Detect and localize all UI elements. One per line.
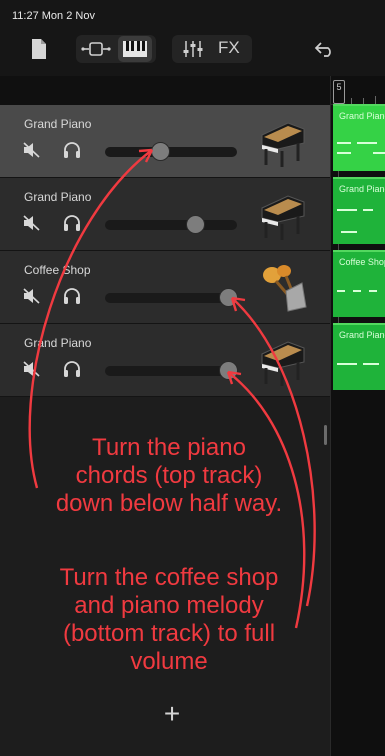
- volume-slider-track[interactable]: [105, 293, 237, 303]
- track-name: Grand Piano: [24, 117, 92, 131]
- grand-piano-icon[interactable]: [258, 115, 308, 169]
- midi-note: [337, 290, 345, 292]
- region[interactable]: Grand Piano: [333, 323, 385, 390]
- scroll-indicator[interactable]: [324, 425, 327, 445]
- headphones-icon[interactable]: [62, 140, 82, 160]
- speaker-muted-icon[interactable]: [22, 360, 42, 378]
- midi-note: [337, 363, 357, 365]
- midi-note: [353, 290, 361, 292]
- volume-slider-knob[interactable]: [218, 288, 238, 307]
- volume-slider-knob[interactable]: [218, 361, 238, 380]
- annotation-note-top-track: Turn the piano chords (top track) down b…: [55, 434, 283, 517]
- track-header[interactable]: Coffee Shop: [0, 251, 330, 324]
- keyboard-icon[interactable]: [118, 36, 152, 62]
- document-icon[interactable]: [30, 38, 48, 60]
- arrangement-area[interactable]: 5 Grand Piano Grand Piano Coffee Shop Grand…: [330, 76, 385, 756]
- midi-note: [337, 209, 357, 211]
- midi-note: [363, 363, 379, 365]
- region-label: Grand Piano: [339, 111, 385, 121]
- top-toolbar: 11:27 Mon 2 Nov FX: [0, 0, 385, 76]
- midi-note: [363, 209, 373, 211]
- speaker-muted-icon[interactable]: [22, 214, 42, 232]
- region[interactable]: Coffee Shop: [333, 250, 385, 317]
- midi-note: [357, 142, 377, 144]
- playhead[interactable]: 5: [333, 80, 345, 104]
- track-name: Coffee Shop: [24, 263, 91, 277]
- fx-button[interactable]: FX: [218, 38, 240, 58]
- midi-note: [373, 152, 385, 154]
- track-header[interactable]: Grand Piano: [0, 178, 330, 251]
- volume-slider-track[interactable]: [105, 220, 237, 230]
- undo-icon[interactable]: [312, 38, 338, 60]
- headphones-icon[interactable]: [62, 359, 82, 379]
- mixer-icon[interactable]: [178, 38, 208, 60]
- region-label: Coffee Shop: [339, 257, 385, 267]
- headphones-icon[interactable]: [62, 286, 82, 306]
- region-label: Grand Piano: [339, 330, 385, 340]
- volume-slider-track[interactable]: [105, 366, 237, 376]
- percussion-icon[interactable]: [258, 261, 308, 315]
- annotation-note-bottom-tracks: Turn the coffee shop and piano melody (b…: [59, 564, 279, 675]
- add-track-button[interactable]: +: [160, 700, 184, 728]
- track-name: Grand Piano: [24, 190, 92, 204]
- speaker-muted-icon[interactable]: [22, 141, 42, 159]
- grand-piano-icon[interactable]: [258, 188, 308, 242]
- tracks-view-icon[interactable]: [80, 38, 112, 60]
- volume-slider-knob[interactable]: [151, 142, 171, 161]
- timeline-ruler[interactable]: 5: [331, 80, 385, 105]
- grand-piano-icon[interactable]: [258, 334, 308, 388]
- track-header[interactable]: Grand Piano: [0, 324, 330, 397]
- midi-note: [341, 231, 357, 233]
- volume-slider-track[interactable]: [105, 147, 237, 157]
- midi-note: [337, 152, 351, 154]
- track-header[interactable]: Grand Piano: [0, 105, 330, 178]
- midi-note: [337, 142, 351, 144]
- track-name: Grand Piano: [24, 336, 92, 350]
- region[interactable]: Grand Piano: [333, 177, 385, 244]
- region-label: Grand Piano: [339, 184, 385, 194]
- region[interactable]: Grand Piano: [333, 104, 385, 171]
- midi-note: [369, 290, 377, 292]
- volume-slider-knob[interactable]: [185, 215, 205, 234]
- headphones-icon[interactable]: [62, 213, 82, 233]
- speaker-muted-icon[interactable]: [22, 287, 42, 305]
- status-time: 11:27 Mon 2 Nov: [12, 10, 95, 22]
